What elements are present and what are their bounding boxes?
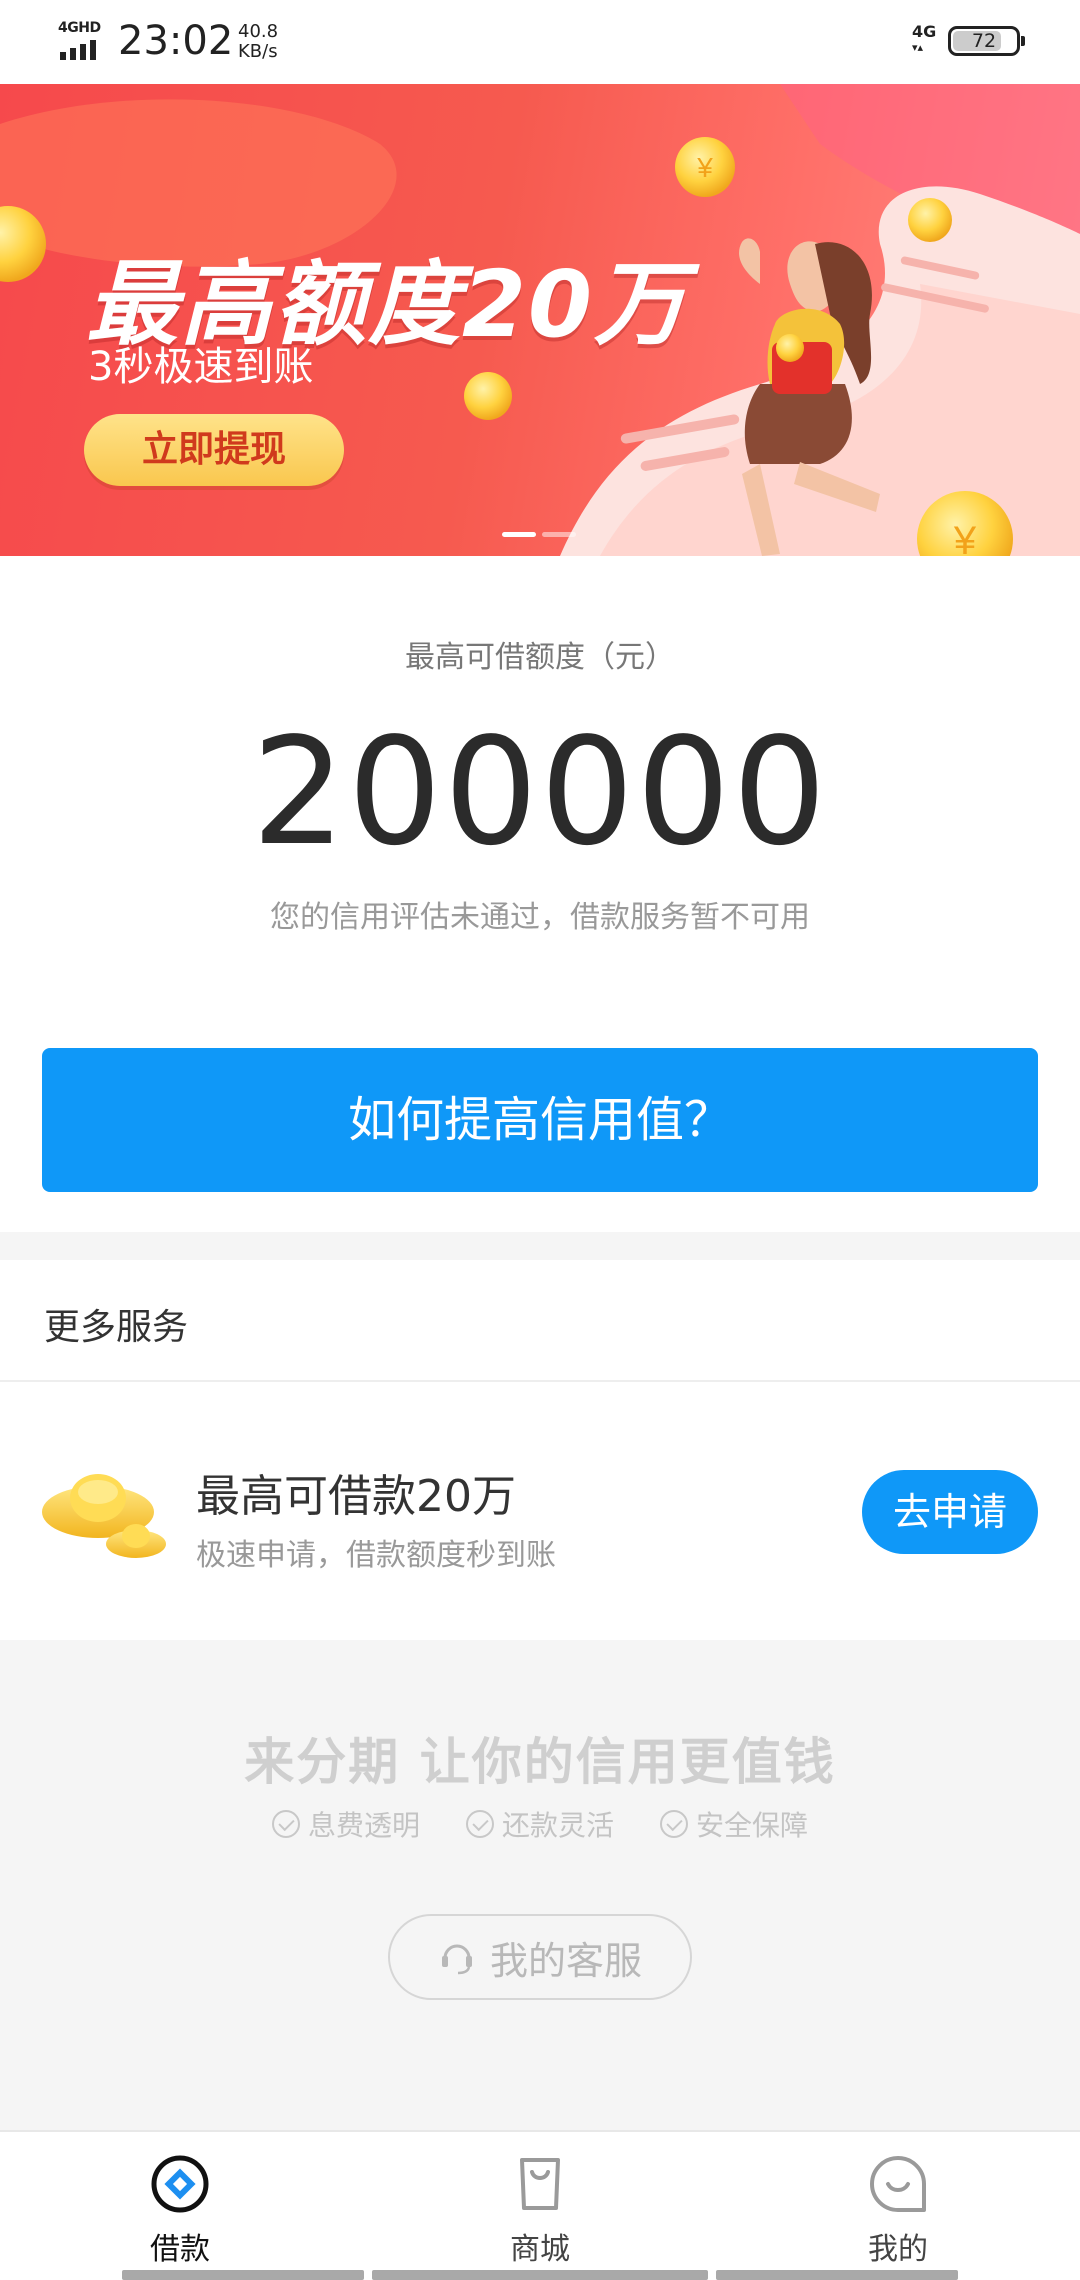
promo-banner[interactable]: ¥ ¥ 最高额度20万 3秒极速到账 立即提现 xyxy=(0,84,1080,556)
nav-item-profile[interactable]: 我的 xyxy=(798,2132,998,2272)
section-divider xyxy=(0,1232,1080,1260)
check-circle-icon xyxy=(465,1810,494,1838)
nav-item-loan[interactable]: 借款 xyxy=(80,2132,280,2272)
status-bar: 4GHD 23:02 40.8 KB/s 4G ▾▴ 72 xyxy=(0,0,1080,84)
feature-item: 安全保障 xyxy=(660,1804,808,1844)
svg-text:¥: ¥ xyxy=(953,519,977,556)
app-screen: 4GHD 23:02 40.8 KB/s 4G ▾▴ 72 ¥ ¥ 最高额度20… xyxy=(0,0,1080,2280)
gold-ingot-icon xyxy=(42,1474,166,1558)
mobile-data-label: 4G xyxy=(912,22,937,41)
feature-item: 还款灵活 xyxy=(465,1804,614,1844)
nav-label-shop: 商城 xyxy=(510,2232,570,2267)
nav-label-loan: 借款 xyxy=(150,2232,210,2267)
credit-status-note: 您的信用评估未通过，借款服务暂不可用 xyxy=(270,900,810,935)
service-description: 极速申请，借款额度秒到账 xyxy=(196,1538,556,1573)
gesture-bar xyxy=(122,2270,364,2280)
carousel-dot xyxy=(542,532,576,537)
network-type-label: 4GHD xyxy=(58,20,101,36)
carousel-indicator xyxy=(502,532,576,537)
feature-label: 息费透明 xyxy=(307,1809,420,1842)
more-services-title: 更多服务 xyxy=(44,1307,189,1348)
svg-text:¥: ¥ xyxy=(696,152,713,183)
cellular-signal-icon: 4GHD xyxy=(58,20,106,60)
battery-level: 72 xyxy=(971,30,997,52)
apply-button[interactable]: 去申请 xyxy=(862,1470,1038,1554)
nav-label-profile: 我的 xyxy=(868,2232,928,2267)
banner-subtitle: 3秒极速到账 xyxy=(88,344,314,390)
profile-face-icon xyxy=(870,2156,926,2212)
feature-label: 安全保障 xyxy=(696,1809,809,1842)
customer-service-label: 我的客服 xyxy=(489,1938,642,1983)
shop-bag-icon xyxy=(520,2158,560,2210)
slogan-text: 来分期 让你的信用更值钱 xyxy=(244,1733,836,1791)
customer-service-button[interactable]: 我的客服 xyxy=(388,1914,692,2000)
data-arrows-icon: ▾▴ xyxy=(912,41,924,54)
check-circle-icon xyxy=(660,1810,688,1838)
feature-list: 息费透明 还款灵活 安全保障 xyxy=(0,1804,1080,1844)
bottom-nav: 借款 商城 我的 xyxy=(0,2130,1080,2280)
list-divider xyxy=(0,1380,1080,1382)
footer-info: 来分期 让你的信用更值钱 息费透明 还款灵活 安全保障 我的客服 xyxy=(0,1640,1080,2130)
network-speed-value: 40.8 xyxy=(238,21,279,42)
feature-label: 还款灵活 xyxy=(501,1809,614,1842)
gesture-bar xyxy=(372,2270,708,2280)
headset-icon xyxy=(441,1944,472,1975)
credit-limit-amount: 200000 xyxy=(251,706,829,878)
battery-icon: 72 xyxy=(948,26,1025,56)
loan-icon xyxy=(151,2155,209,2213)
withdraw-now-button[interactable]: 立即提现 xyxy=(84,414,344,486)
feature-item: 息费透明 xyxy=(271,1804,420,1844)
mobile-data-icon: 4G ▾▴ xyxy=(912,24,936,56)
service-title: 最高可借款20万 xyxy=(196,1471,516,1522)
check-circle-icon xyxy=(271,1810,300,1838)
network-speed-unit: KB/s xyxy=(238,41,278,62)
gesture-bar xyxy=(716,2270,958,2280)
improve-credit-button[interactable]: 如何提高信用值？ xyxy=(42,1048,1038,1192)
status-time: 23:02 xyxy=(118,18,234,64)
carousel-dot-active xyxy=(502,532,536,537)
credit-limit-label: 最高可借额度（元） xyxy=(405,640,675,675)
nav-item-shop[interactable]: 商城 xyxy=(440,2132,640,2272)
loan-service-item[interactable]: 最高可借款20万 极速申请，借款额度秒到账 去申请 xyxy=(0,1384,1080,1640)
network-speed: 40.8 KB/s xyxy=(238,22,278,62)
